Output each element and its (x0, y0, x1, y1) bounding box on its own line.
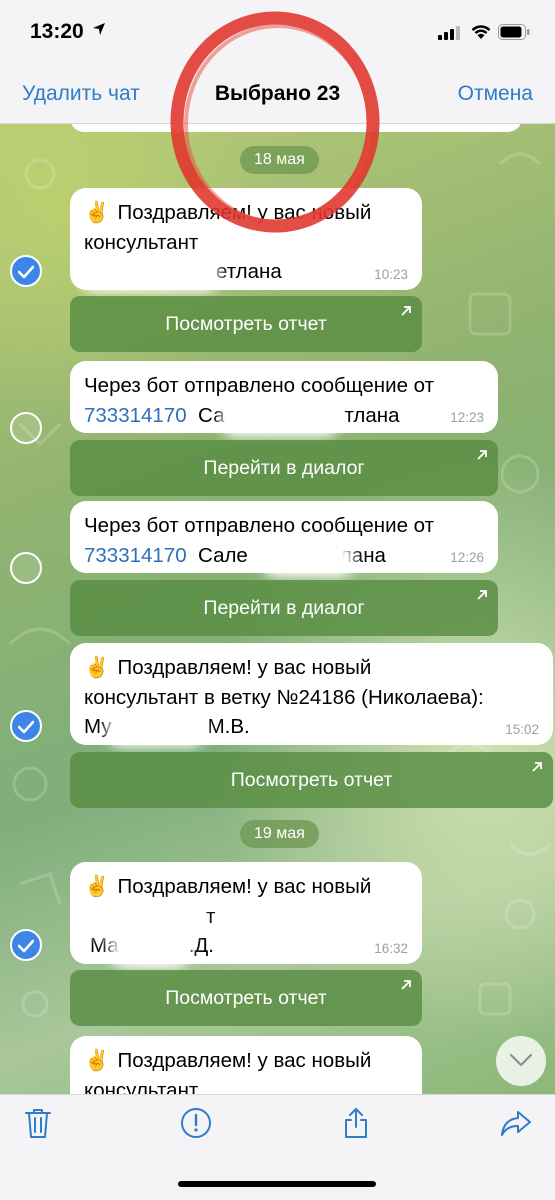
selection-checkmark[interactable] (10, 255, 42, 287)
go-to-dialog-button[interactable]: Перейти в диалог (70, 580, 498, 636)
chat-area[interactable]: 18 мая ✌️ Поздравляем! у вас новый консул… (0, 124, 555, 1094)
location-arrow-icon (93, 23, 105, 35)
wifi-icon (471, 25, 491, 39)
open-arrow-icon (401, 306, 411, 316)
open-arrow-icon (401, 980, 411, 990)
message-bubble[interactable]: ✌️ Поздравляем! у вас новый консультант (70, 1036, 422, 1094)
selection-checkmark[interactable] (10, 929, 42, 961)
message-bubble[interactable]: ✌️ Поздравляем! у вас новый т Ма .Д. 16:32 (70, 862, 422, 968)
victory-hand-emoji: ✌️ (84, 875, 110, 898)
victory-hand-emoji: ✌️ (84, 656, 110, 679)
status-time: 13:20 (30, 20, 84, 43)
redacted-name (106, 713, 206, 747)
redacted-name (84, 904, 204, 938)
cellular-signal-icon (438, 26, 460, 40)
cancel-button[interactable]: Отмена (458, 82, 533, 106)
checkmark-icon (18, 265, 34, 279)
message-bubble[interactable]: ✌️ Поздравляем! у вас новый консультант в… (70, 643, 553, 747)
user-id-link[interactable]: 733314170 (84, 544, 187, 567)
message-text: ✌️ Поздравляем! у вас новый консультант (84, 1046, 371, 1094)
open-arrow-icon (532, 762, 542, 772)
redacted-name (80, 258, 220, 292)
battery-icon (498, 24, 530, 40)
user-id-link[interactable]: 733314170 (84, 404, 187, 427)
message-bubble[interactable]: Через бот отправлено сообщение от 733314… (70, 501, 498, 577)
checkmark-icon (18, 939, 34, 953)
report-icon[interactable] (180, 1107, 212, 1139)
message-time: 12:26 (450, 550, 484, 565)
checkmark-icon (18, 720, 34, 734)
selection-circle[interactable] (10, 412, 42, 444)
trash-icon[interactable] (24, 1107, 52, 1139)
selection-checkmark[interactable] (10, 710, 42, 742)
chevron-down-icon (509, 1053, 533, 1067)
message-time: 16:32 (374, 941, 408, 956)
open-arrow-icon (477, 590, 487, 600)
open-arrow-icon (477, 450, 487, 460)
message-bubble[interactable]: Через бот отправлено сообщение от 733314… (70, 361, 498, 437)
forward-icon[interactable] (500, 1109, 532, 1137)
redacted-name (110, 934, 190, 968)
go-to-dialog-button[interactable]: Перейти в диалог (70, 440, 498, 496)
view-report-button[interactable]: Посмотреть отчет (70, 970, 422, 1026)
home-indicator (178, 1181, 376, 1187)
selection-toolbar (0, 1094, 555, 1200)
redacted-name (220, 403, 340, 437)
redacted-name (260, 543, 355, 577)
red-circle-annotation (170, 11, 380, 233)
selection-circle[interactable] (10, 552, 42, 584)
share-icon[interactable] (342, 1107, 370, 1139)
date-separator: 19 мая (240, 820, 319, 848)
victory-hand-emoji: ✌️ (84, 201, 110, 224)
scroll-down-button[interactable] (496, 1036, 546, 1086)
message-time: 10:23 (374, 267, 408, 282)
victory-hand-emoji: ✌️ (84, 1049, 110, 1072)
view-report-button[interactable]: Посмотреть отчет (70, 296, 422, 352)
message-time: 15:02 (505, 722, 539, 737)
view-report-button[interactable]: Посмотреть отчет (70, 752, 553, 808)
message-text: Через бот отправлено сообщение от 733314… (84, 514, 435, 567)
message-time: 12:23 (450, 410, 484, 425)
